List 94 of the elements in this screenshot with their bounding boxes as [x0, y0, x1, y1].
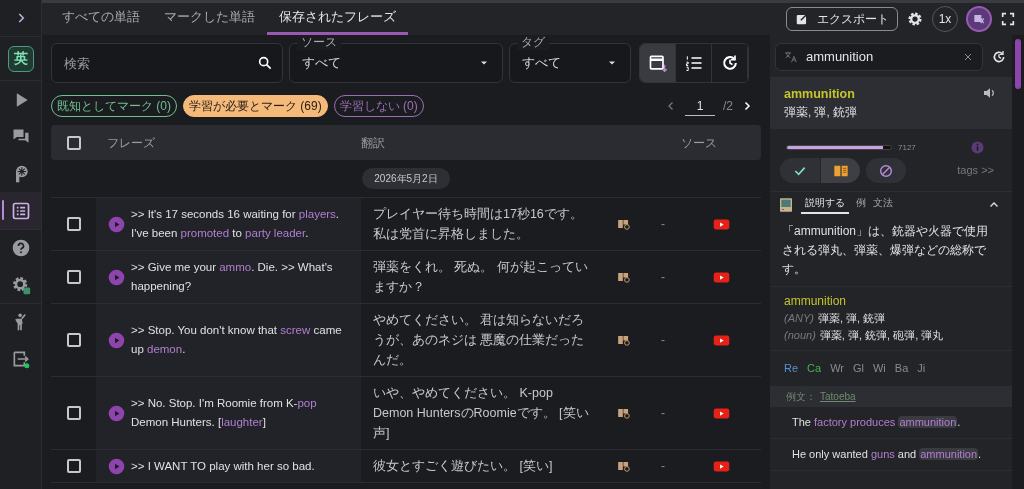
column-header: ソース: [681, 134, 718, 152]
translation-text: 弾薬をくれ。 死ぬ。 何が起こっていますか？: [373, 259, 589, 296]
dictionary-link[interactable]: Ji: [917, 360, 926, 377]
dictionary-headword: ammunition: [784, 293, 848, 310]
tab[interactable]: すべての単語: [50, 6, 152, 35]
close-icon: [962, 51, 974, 63]
date-group-label: 2026年5月2日: [362, 168, 450, 189]
status-text: -: [661, 405, 665, 422]
example-sentence: The factory produces ammunition.: [770, 406, 1012, 439]
view-toggle-button[interactable]: [640, 44, 676, 82]
settings-icon[interactable]: [906, 10, 924, 28]
example-sentence: He only wanted guns and ammunition.: [770, 438, 1012, 471]
settings-icon[interactable]: [10, 274, 31, 295]
translation-text: やめてください。 君は知らないだろうが、あのネジは 悪魔の仕業だったんだ。: [373, 312, 586, 369]
book-clock-icon[interactable]: [617, 270, 631, 284]
list-icon[interactable]: [10, 200, 31, 221]
export-icon: [795, 12, 809, 26]
column-header: フレーズ: [106, 134, 156, 152]
prohibited-icon: [878, 162, 894, 179]
status-button[interactable]: [820, 158, 860, 183]
play-audio-icon[interactable]: [108, 215, 125, 233]
dictionary-link[interactable]: Re: [784, 360, 799, 377]
status-text: -: [661, 458, 665, 475]
dropdown-label: ソース: [297, 35, 341, 50]
table-row[interactable]: >> No. Stop. I'm Roomie from K-pop Demon Hunters. [laughter] いや、やめてください。 K-pop Demon HuntersのRoomieです。 [笑い声] -: [51, 377, 761, 450]
sense-text: 弾薬, 弾, 銃弾: [817, 311, 886, 326]
page-field[interactable]: 1: [685, 96, 715, 116]
row-checkbox[interactable]: [66, 333, 81, 347]
dictionary-link[interactable]: Wi: [873, 360, 886, 377]
dictionary-link[interactable]: Ca: [807, 360, 822, 377]
column-header: 翻訳: [361, 134, 386, 152]
calendar-sort-icon: [647, 53, 668, 73]
sense-text: 弾薬, 弾, 銃弾, 砲弾, 弾丸: [819, 328, 944, 343]
status-text: -: [661, 269, 665, 286]
dictionary-link[interactable]: Gl: [853, 360, 864, 377]
status-button[interactable]: [866, 158, 906, 183]
play-audio-icon[interactable]: [108, 404, 125, 422]
translate-toggle-button[interactable]: [966, 6, 992, 32]
book-clock-icon[interactable]: [617, 217, 631, 231]
table-row[interactable]: >> It's 17 seconds 16 waiting for players. I've been promoted to party leader. プレイヤー待ち時間は17秒16です。私は党首に昇格しました。 -: [51, 198, 761, 251]
status-text: -: [661, 332, 665, 349]
row-checkbox[interactable]: [66, 459, 81, 473]
explanation-tab[interactable]: 文法: [873, 195, 893, 214]
play-audio-icon[interactable]: [108, 457, 125, 475]
dictionary-link[interactable]: Wr: [830, 360, 844, 377]
numbered-list-icon: [683, 53, 704, 73]
search-field[interactable]: 検索: [51, 43, 283, 83]
help-icon[interactable]: [10, 238, 31, 258]
part-of-speech: (noun): [784, 328, 816, 343]
table-row[interactable]: >> Give me your ammo. Die. >> What's happening? 弾薬をくれ。 死ぬ。 何が起こっていますか？ -: [51, 251, 761, 304]
search-icon: [257, 55, 273, 71]
headword: ammunition: [784, 86, 856, 103]
phrase-text: >> Give me your ammo. Die. >> What's happening?: [131, 260, 334, 294]
translation-text: 彼女とすごく遊びたい。 [笑い]: [373, 458, 553, 475]
tags-link[interactable]: tags >>: [957, 162, 994, 179]
translation-text: プレイヤー待ち時間は17秒16です。私は党首に昇格しました。: [373, 206, 584, 243]
table-row[interactable]: >> I WANT TO play with her so bad. 彼女とすごく遊びたい。 [笑い] -: [51, 450, 761, 483]
translation-text: いや、やめてください。 K-pop Demon HuntersのRoomieです。 [笑い声]: [373, 385, 590, 442]
frequency-rank: 7127: [898, 141, 916, 154]
history-icon[interactable]: [991, 49, 1007, 65]
phrase-text: >> No. Stop. I'm Roomie from K-pop Demon Hunters. [laughter]: [131, 396, 318, 430]
examples-source-link[interactable]: Tatoeba: [820, 388, 856, 404]
status-button[interactable]: [780, 158, 820, 183]
row-checkbox[interactable]: [66, 217, 81, 231]
row-checkbox[interactable]: [66, 406, 81, 420]
book-clock-icon[interactable]: [617, 333, 631, 347]
tab[interactable]: マークした単語: [152, 6, 267, 35]
play-audio-icon[interactable]: [108, 268, 125, 286]
book-clock-icon[interactable]: [617, 406, 631, 420]
lookup-search-field[interactable]: ammunition: [775, 43, 983, 71]
table-row[interactable]: >> Stop. You don't know that screw came up demon. やめてください。 君は知らないだろうが、あのネジは 悪魔の仕業だったんだ。 -: [51, 304, 761, 377]
language-badge[interactable]: 英: [7, 45, 34, 72]
phrase-text: >> Stop. You don't know that screw came up demon.: [131, 323, 343, 357]
dictionary-link[interactable]: Ba: [894, 360, 909, 377]
translate-icon: [784, 50, 798, 64]
dropdown-label: タグ: [517, 35, 549, 50]
page-total: /2: [723, 98, 733, 115]
fullscreen-icon[interactable]: [1000, 11, 1016, 27]
book-clock-icon[interactable]: [617, 459, 631, 473]
translate-icon: [972, 12, 986, 26]
phrase-text: >> I WANT TO play with her so bad.: [131, 458, 315, 474]
select-all-checkbox[interactable]: [66, 135, 81, 150]
play-audio-icon[interactable]: [108, 331, 125, 349]
word-meanings: 弾薬, 弾, 銃弾: [784, 104, 857, 120]
phrase-text: >> It's 17 seconds 16 waiting for players. I've been promoted to party leader.: [131, 207, 341, 241]
computer-mascot-icon: [778, 195, 794, 214]
explanation-tab[interactable]: 例: [856, 195, 866, 214]
examples-label: 例文：: [786, 389, 816, 404]
row-checkbox[interactable]: [66, 270, 81, 284]
part-of-speech: (ANY): [784, 311, 814, 326]
filter-chip[interactable]: 学習が必要とマーク (69): [183, 95, 328, 117]
status-text: -: [661, 216, 665, 233]
explanation-tab[interactable]: 説明する: [801, 195, 849, 214]
export-button[interactable]: エクスポート: [786, 7, 898, 31]
